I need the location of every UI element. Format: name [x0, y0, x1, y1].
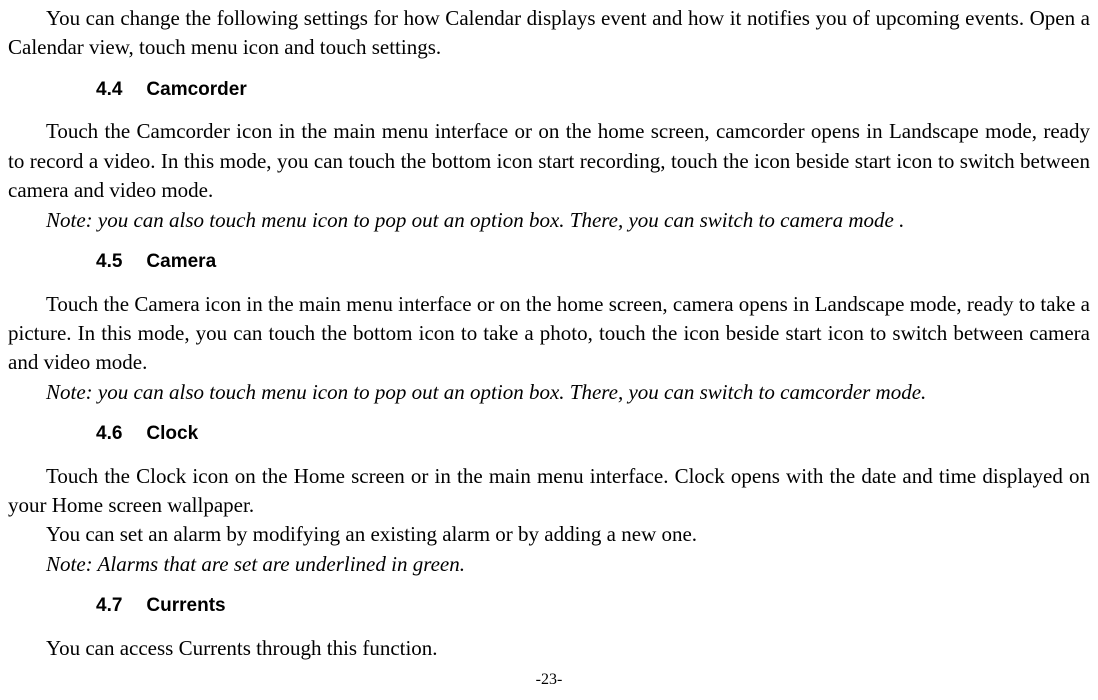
section-number: 4.5 [96, 251, 122, 272]
intro-paragraph: You can change the following settings fo… [8, 4, 1090, 63]
section-heading-4-4: 4.4 Camcorder [8, 77, 1090, 104]
section-title: Camera [146, 251, 216, 272]
section-title: Clock [146, 423, 198, 444]
section-body: Touch the Camera icon in the main menu i… [8, 290, 1090, 378]
document-page: You can change the following settings fo… [0, 0, 1098, 692]
section-note: Note: you can also touch menu icon to po… [8, 378, 1090, 407]
page-number: -23- [8, 669, 1090, 691]
section-body-2: You can set an alarm by modifying an exi… [8, 520, 1090, 549]
section-body: Touch the Clock icon on the Home screen … [8, 462, 1090, 521]
section-title: Camcorder [146, 79, 246, 100]
section-number: 4.6 [96, 423, 122, 444]
section-body: Touch the Camcorder icon in the main men… [8, 117, 1090, 205]
section-heading-4-6: 4.6 Clock [8, 421, 1090, 448]
section-note: Note: you can also touch menu icon to po… [8, 206, 1090, 235]
section-note: Note: Alarms that are set are underlined… [8, 550, 1090, 579]
section-body: You can access Currents through this fun… [8, 634, 1090, 663]
section-number: 4.7 [96, 595, 122, 616]
section-title: Currents [146, 595, 225, 616]
section-heading-4-5: 4.5 Camera [8, 249, 1090, 276]
section-heading-4-7: 4.7 Currents [8, 593, 1090, 620]
section-number: 4.4 [96, 79, 122, 100]
